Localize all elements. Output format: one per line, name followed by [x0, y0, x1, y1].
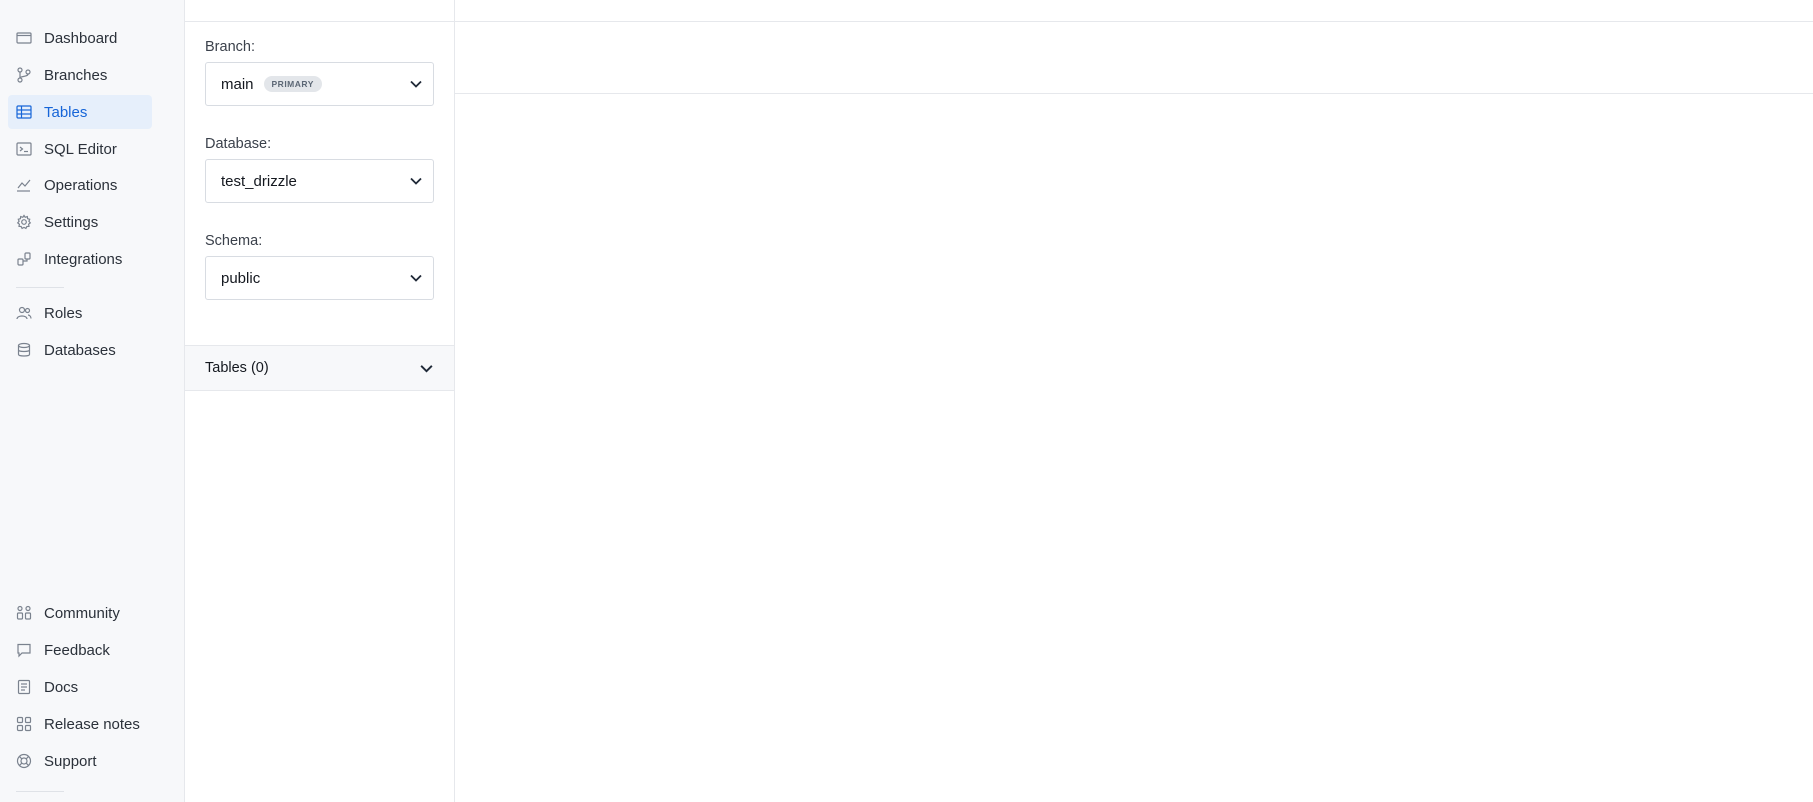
chevron-down-icon — [410, 80, 422, 88]
sql-editor-icon — [16, 141, 32, 157]
database-select-value: test_drizzle — [221, 172, 297, 190]
dashboard-icon — [16, 30, 32, 46]
sidebar-item-label: Branches — [44, 66, 108, 84]
support-icon — [16, 753, 32, 769]
sidebar-item-databases[interactable]: Databases — [8, 333, 152, 367]
main-toolbar — [455, 22, 1813, 94]
sidebar-item-community[interactable]: Community — [8, 596, 152, 630]
gear-icon — [16, 214, 32, 230]
sidebar-item-roles[interactable]: Roles — [8, 296, 152, 330]
sidebar-item-label: SQL Editor — [44, 140, 117, 158]
tables-section-toggle[interactable]: Tables (0) — [185, 345, 454, 391]
sidebar-item-label: Community — [44, 604, 120, 622]
chevron-down-icon — [410, 177, 422, 185]
sidebar-item-label: Integrations — [44, 250, 123, 268]
schema-label: Schema: — [205, 233, 263, 249]
sidebar-item-dashboard[interactable]: Dashboard — [8, 21, 152, 55]
tables-icon — [16, 104, 32, 120]
docs-icon — [16, 679, 32, 695]
sidebar-item-label: Settings — [44, 213, 99, 231]
branches-icon — [16, 67, 32, 83]
sidebar-divider — [16, 287, 64, 288]
roles-icon — [16, 305, 32, 321]
operations-icon — [16, 177, 32, 193]
sidebar-item-label: Docs — [44, 678, 79, 696]
schema-select[interactable]: public — [205, 256, 434, 300]
panel-divider — [185, 21, 455, 22]
chevron-down-icon — [410, 274, 422, 282]
integrations-icon — [16, 251, 32, 267]
sidebar-item-label: Release notes — [44, 715, 140, 733]
community-icon — [16, 605, 32, 621]
sidebar-item-label: Support — [44, 752, 97, 770]
sidebar-item-operations[interactable]: Operations — [8, 168, 152, 202]
tables-section-title: Tables (0) — [205, 360, 269, 376]
feedback-icon — [16, 642, 32, 658]
schema-select-value: public — [221, 269, 261, 287]
database-icon — [16, 342, 32, 358]
sidebar-item-integrations[interactable]: Integrations — [8, 242, 152, 276]
main-content — [455, 0, 1813, 802]
sidebar-item-release-notes[interactable]: Release notes — [8, 707, 152, 741]
sidebar-item-sql-editor[interactable]: SQL Editor — [8, 132, 152, 166]
sidebar-item-docs[interactable]: Docs — [8, 670, 152, 704]
sidebar-divider — [16, 791, 64, 792]
branch-label: Branch: — [205, 39, 255, 55]
tables-panel: Branch: main PRIMARY Database: test_driz… — [185, 0, 455, 802]
database-select[interactable]: test_drizzle — [205, 159, 434, 203]
chevron-down-icon — [420, 365, 433, 373]
sidebar: Dashboard Branches Tables SQL Editor Ope — [0, 0, 185, 802]
sidebar-item-branches[interactable]: Branches — [8, 58, 152, 92]
sidebar-item-settings[interactable]: Settings — [8, 205, 152, 239]
primary-badge: PRIMARY — [263, 76, 322, 92]
sidebar-item-label: Dashboard — [44, 29, 118, 47]
database-label: Database: — [205, 136, 272, 152]
release-notes-icon — [16, 716, 32, 732]
sidebar-item-label: Databases — [44, 341, 116, 359]
sidebar-item-label: Roles — [44, 304, 83, 322]
branch-select[interactable]: main PRIMARY — [205, 62, 434, 106]
sidebar-item-label: Feedback — [44, 641, 110, 659]
branch-select-value: main — [221, 75, 254, 93]
sidebar-item-feedback[interactable]: Feedback — [8, 633, 152, 667]
sidebar-item-label: Tables — [44, 103, 88, 121]
sidebar-item-tables[interactable]: Tables — [8, 95, 152, 129]
sidebar-item-support[interactable]: Support — [8, 744, 152, 778]
sidebar-item-label: Operations — [44, 176, 118, 194]
app-window: Dashboard Branches Tables SQL Editor Ope — [0, 0, 1813, 802]
